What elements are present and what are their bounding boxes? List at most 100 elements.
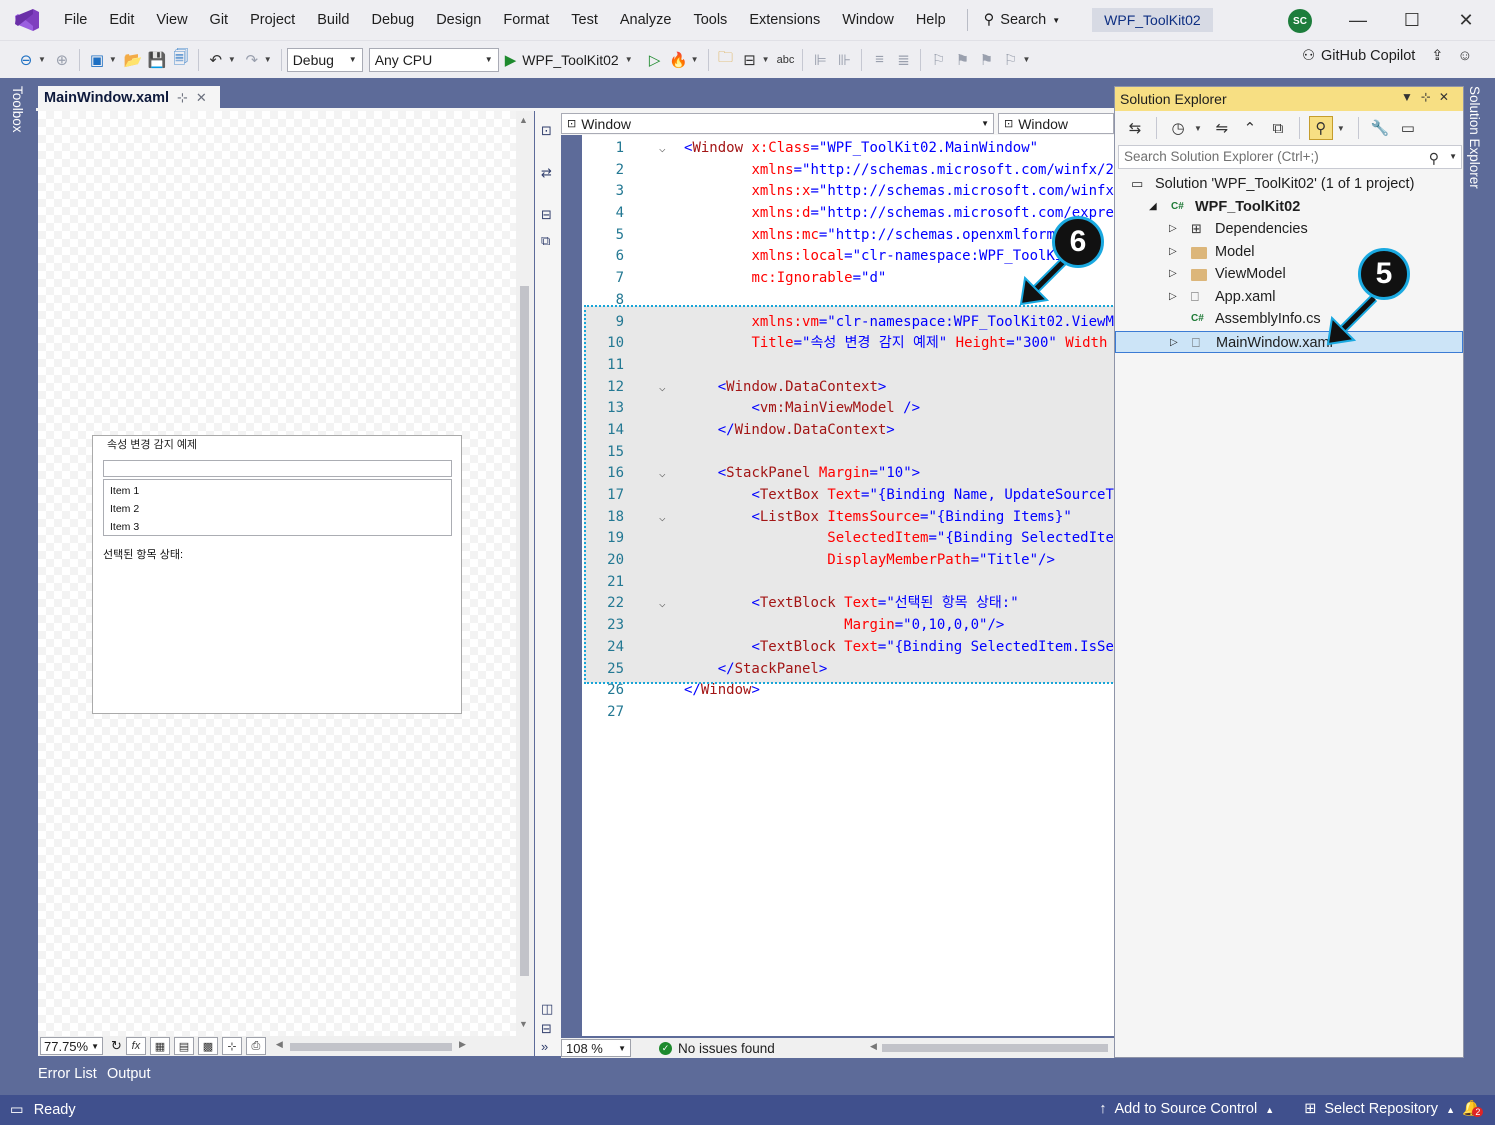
- tree-item[interactable]: ▷ ViewModel: [1115, 263, 1463, 286]
- scroll-right-icon[interactable]: ▶: [459, 1039, 466, 1050]
- minimize-button[interactable]: —: [1343, 6, 1373, 34]
- tree-item[interactable]: ◢ C# WPF_ToolKit02: [1115, 196, 1463, 219]
- switch-views-icon[interactable]: ⇆: [1123, 116, 1147, 140]
- solution-explorer-side-tab[interactable]: Solution Explorer: [1467, 86, 1482, 189]
- filter-icon[interactable]: ⚲: [1308, 116, 1333, 140]
- menu-window[interactable]: Window: [831, 0, 905, 40]
- tree-item[interactable]: ▭ Solution 'WPF_ToolKit02' (1 of 1 projec…: [1115, 173, 1463, 196]
- panel-controls[interactable]: ▼⊹✕: [1401, 90, 1457, 104]
- scroll-left-icon[interactable]: ◀: [870, 1041, 877, 1052]
- design-view-icon[interactable]: ⊡: [541, 123, 552, 139]
- editor-zoom-select[interactable]: 108 % ▼: [561, 1039, 631, 1057]
- spell-check-icon[interactable]: abc: [773, 48, 797, 72]
- user-avatar[interactable]: SC: [1288, 9, 1312, 33]
- close-tab-icon[interactable]: ✕: [196, 90, 207, 106]
- tab-output[interactable]: Output: [107, 1066, 151, 1082]
- chevron-down-icon[interactable]: ▼: [1449, 146, 1457, 168]
- tree-item[interactable]: C# AssemblyInfo.cs: [1115, 308, 1463, 331]
- align-right-icon[interactable]: ⊪: [832, 48, 856, 72]
- fold-toggle-icon[interactable]: ⌵: [659, 138, 666, 160]
- save-all-icon[interactable]: 🗐: [169, 48, 193, 72]
- chevron-down-icon[interactable]: ▼: [228, 55, 236, 64]
- preview-textbox[interactable]: [103, 460, 452, 477]
- menu-analyze[interactable]: Analyze: [609, 0, 683, 40]
- sync-icon[interactable]: ⇋: [1210, 116, 1234, 140]
- redo-icon[interactable]: ↷: [240, 48, 264, 72]
- menu-file[interactable]: File: [51, 0, 98, 40]
- menu-design[interactable]: Design: [425, 0, 492, 40]
- designer-horizontal-scrollbar[interactable]: ◀ ▶: [276, 1039, 466, 1053]
- scrollbar-thumb[interactable]: [289, 1043, 452, 1051]
- menu-help[interactable]: Help: [905, 0, 957, 40]
- clear-bookmarks-icon[interactable]: ⚐: [998, 48, 1022, 72]
- expand-toggle-icon[interactable]: ▷: [1169, 218, 1177, 241]
- start-debugging-button[interactable]: ▶ WPF_ToolKit02 ▼: [505, 51, 637, 69]
- pending-changes-icon[interactable]: ◷: [1166, 116, 1190, 140]
- close-window-button[interactable]: ✕: [1451, 6, 1481, 34]
- browse-folder-icon[interactable]: 🗀: [714, 48, 738, 72]
- chevron-down-icon[interactable]: ▼: [1337, 124, 1345, 133]
- element-scope-select[interactable]: ⊡ Window ▼: [561, 113, 994, 134]
- menu-extensions[interactable]: Extensions: [738, 0, 831, 40]
- code-line[interactable]: 27: [582, 702, 1114, 724]
- window-preview[interactable]: 속성 변경 감지 예제 Item 1 Item 2 Item 3 선택된 항목 상태…: [92, 435, 462, 714]
- menu-format[interactable]: Format: [492, 0, 560, 40]
- select-repository-button[interactable]: ⊞ Select Repository ▲: [1304, 1101, 1455, 1117]
- new-project-icon[interactable]: ▣: [85, 48, 109, 72]
- tab-error-list[interactable]: Error List: [38, 1066, 97, 1082]
- menu-edit[interactable]: Edit: [98, 0, 145, 40]
- collapse-all-icon[interactable]: ⌃: [1238, 116, 1262, 140]
- notifications-button[interactable]: 🔔 2: [1462, 1099, 1484, 1117]
- expand-toggle-icon[interactable]: ▷: [1170, 332, 1178, 355]
- navigate-forward-icon[interactable]: ⊕: [50, 48, 74, 72]
- indent-icon[interactable]: ≡: [867, 48, 891, 72]
- chevron-down-icon[interactable]: ▼: [762, 55, 770, 64]
- scroll-up-icon[interactable]: ▲: [519, 115, 528, 125]
- visual-studio-logo-icon[interactable]: [13, 6, 41, 34]
- scroll-left-icon[interactable]: ◀: [276, 1039, 283, 1050]
- tree-item[interactable]: ▷ Model: [1115, 241, 1463, 264]
- menu-build[interactable]: Build: [306, 0, 360, 40]
- code-line[interactable]: 5 xmlns:mc="http://schemas.openxmlformat…: [582, 225, 1114, 247]
- open-folder-icon[interactable]: 📂: [121, 48, 145, 72]
- bookmark-icon[interactable]: ⚐: [926, 48, 950, 72]
- expand-pane-icon[interactable]: »: [541, 1039, 548, 1054]
- vertical-split-icon[interactable]: ◫: [541, 1001, 553, 1017]
- start-without-debugging-icon[interactable]: ▷: [643, 48, 667, 72]
- pin-icon[interactable]: ⊹: [177, 90, 188, 106]
- device-icon[interactable]: ⎙: [245, 1037, 266, 1055]
- menu-view[interactable]: View: [145, 0, 198, 40]
- code-line[interactable]: 2 xmlns="http://schemas.microsoft.com/wi…: [582, 160, 1114, 182]
- chevron-down-icon[interactable]: ▼: [1194, 124, 1202, 133]
- hot-reload-icon[interactable]: 🔥: [667, 48, 691, 72]
- share-icon[interactable]: ⇪: [1431, 48, 1443, 64]
- navigate-back-icon[interactable]: ⊖: [14, 48, 38, 72]
- outdent-icon[interactable]: ≣: [891, 48, 915, 72]
- code-line[interactable]: 4 xmlns:d="http://schemas.microsoft.com/…: [582, 203, 1114, 225]
- properties-icon[interactable]: 🔧: [1368, 116, 1392, 140]
- scroll-down-icon[interactable]: ▼: [519, 1019, 528, 1029]
- undo-icon[interactable]: ↶: [204, 48, 228, 72]
- search-button[interactable]: ⚲ Search ▼: [974, 12, 1071, 28]
- solution-configuration-select[interactable]: Debug ▼: [286, 47, 363, 72]
- artboard-background-icon[interactable]: ▩: [197, 1037, 218, 1055]
- tree-item[interactable]: ▷ ⎕ MainWindow.xaml: [1115, 330, 1463, 355]
- expand-toggle-icon[interactable]: ▷: [1169, 286, 1177, 309]
- designer-vertical-scrollbar[interactable]: ▲ ▼: [516, 111, 534, 1036]
- expand-toggle-icon[interactable]: ◢: [1149, 196, 1157, 219]
- document-tab-mainwindow[interactable]: MainWindow.xaml ⊹ ✕: [38, 86, 220, 110]
- toolbox-tab[interactable]: Toolbox: [10, 86, 25, 133]
- menu-git[interactable]: Git: [199, 0, 240, 40]
- tree-item[interactable]: ▷ ⎕ App.xaml: [1115, 286, 1463, 309]
- scrollbar-thumb[interactable]: [882, 1044, 1108, 1052]
- code-line[interactable]: 1 ⌵ <Window x:Class="WPF_ToolKit02.MainWin…: [582, 138, 1114, 160]
- popout-xaml-icon[interactable]: ⧉: [541, 233, 550, 249]
- chevron-down-icon[interactable]: ▼: [109, 55, 117, 64]
- chevron-down-icon[interactable]: ▼: [1022, 55, 1030, 64]
- preview-listbox[interactable]: Item 1 Item 2 Item 3: [103, 479, 452, 536]
- output-window-icon[interactable]: ▭: [10, 1102, 24, 1118]
- chevron-down-icon[interactable]: ▼: [264, 55, 272, 64]
- solution-platform-select[interactable]: Any CPU ▼: [368, 47, 499, 72]
- solution-explorer-search-input[interactable]: Search Solution Explorer (Ctrl+;) ⚲ ▼: [1118, 145, 1462, 169]
- snap-lines-icon[interactable]: ⊹: [221, 1037, 242, 1055]
